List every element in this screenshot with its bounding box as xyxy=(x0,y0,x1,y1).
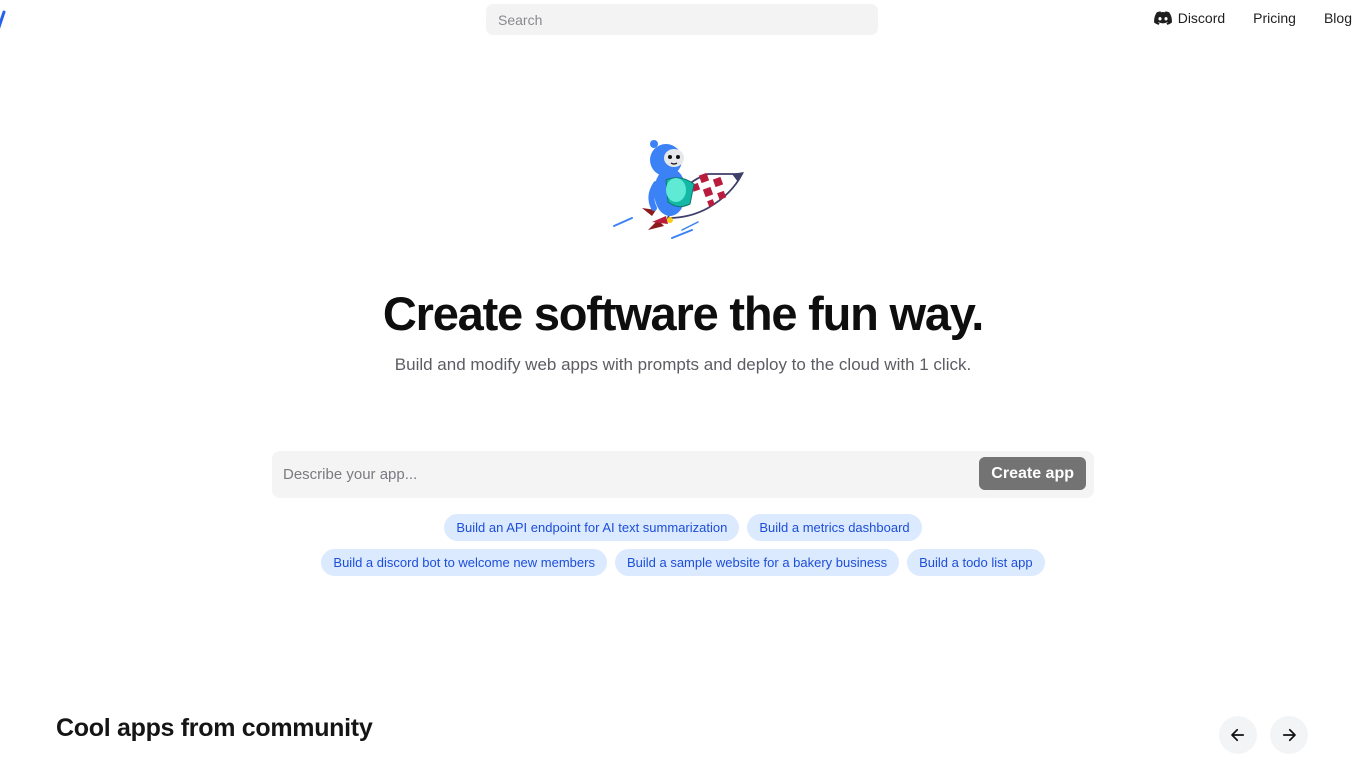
suggestion-chip-metrics-dashboard[interactable]: Build a metrics dashboard xyxy=(747,514,922,541)
hero-subtitle: Build and modify web apps with prompts a… xyxy=(394,355,972,374)
hero-title: Create software the fun way. xyxy=(382,287,984,340)
discord-icon xyxy=(1153,11,1172,25)
top-nav: Discord Pricing Blog xyxy=(1153,10,1352,26)
suggestion-chip-api-endpoint[interactable]: Build an API endpoint for AI text summar… xyxy=(444,514,740,541)
arrow-left-icon xyxy=(1231,728,1245,742)
search-input[interactable] xyxy=(486,4,878,35)
carousel-next-button[interactable] xyxy=(1270,716,1308,754)
community-section-title: Cool apps from community xyxy=(56,714,373,742)
suggestion-chip-discord-bot[interactable]: Build a discord bot to welcome new membe… xyxy=(321,549,607,576)
suggestion-chip-todo-list[interactable]: Build a todo list app xyxy=(907,549,1045,576)
discord-label: Discord xyxy=(1177,10,1226,26)
arrow-right-icon xyxy=(1282,728,1296,742)
prompt-box: Create app xyxy=(272,451,1094,498)
page: Discord Pricing Blog xyxy=(0,0,1366,768)
carousel-prev-button[interactable] xyxy=(1219,716,1257,754)
pricing-link[interactable]: Pricing xyxy=(1253,10,1296,26)
suggestion-row-1: Build an API endpoint for AI text summar… xyxy=(0,514,1366,541)
rocket-mascot-icon xyxy=(613,140,744,239)
describe-app-input[interactable] xyxy=(272,451,972,498)
suggestion-row-2: Build a discord bot to welcome new membe… xyxy=(0,549,1366,576)
suggestion-chip-bakery-website[interactable]: Build a sample website for a bakery busi… xyxy=(614,549,900,576)
logo-icon[interactable] xyxy=(0,10,6,32)
discord-link[interactable]: Discord xyxy=(1153,10,1226,26)
blog-link[interactable]: Blog xyxy=(1324,10,1352,26)
create-app-button[interactable]: Create app xyxy=(979,457,1086,490)
